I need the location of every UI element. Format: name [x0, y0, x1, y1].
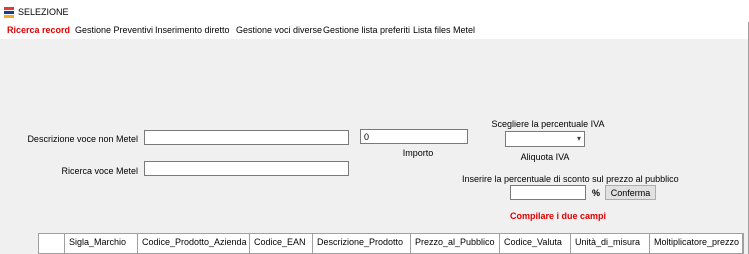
grid-header-prezzo-al-pubblico[interactable]: Prezzo_al_Pubblico [411, 234, 500, 253]
sconto-title: Inserire la percentuale di sconto sul pr… [462, 174, 679, 184]
percent-sign: % [592, 188, 601, 198]
grid-header-descrizione-prodotto[interactable]: Descrizione_Prodotto [313, 234, 411, 253]
tab-inserimento-diretto[interactable]: Inserimento diretto [155, 25, 230, 35]
descrizione-label: Descrizione voce non Metel [27, 134, 138, 144]
tab-bar: Ricerca record Gestione Preventivi Inser… [0, 22, 749, 39]
sconto-input[interactable] [510, 185, 586, 200]
grid-header-codice-valuta[interactable]: Codice_Valuta [500, 234, 571, 253]
ricerca-input[interactable] [144, 161, 349, 176]
tab-lista-files-metel[interactable]: Lista files Metel [413, 25, 475, 35]
iva-select[interactable]: ▾ [505, 131, 585, 147]
results-grid[interactable]: Sigla_Marchio Codice_Prodotto_Azienda Co… [38, 233, 744, 254]
warning-message: Compilare i due campi [510, 211, 607, 221]
grid-header-codice-prodotto-azienda[interactable]: Codice_Prodotto_Azienda [138, 234, 250, 253]
grid-row-header [39, 234, 65, 253]
app-logo-icon [4, 7, 14, 18]
conferma-button[interactable]: Conferma [605, 185, 656, 200]
ricerca-label: Ricerca voce Metel [61, 166, 138, 176]
window-title: SELEZIONE [18, 7, 69, 17]
grid-header-unita-di-misura[interactable]: Unità_di_misura [571, 234, 650, 253]
tab-gestione-voci-diverse[interactable]: Gestione voci diverse [236, 25, 322, 35]
tab-ricerca-record[interactable]: Ricerca record [7, 25, 70, 35]
chevron-down-icon: ▾ [576, 134, 581, 143]
importo-label: Importo [402, 148, 434, 158]
title-bar: SELEZIONE [0, 4, 749, 22]
grid-header-codice-ean[interactable]: Codice_EAN [250, 234, 313, 253]
aliquota-label: Aliquota IVA [520, 152, 570, 162]
importo-input[interactable] [360, 129, 468, 144]
tab-gestione-lista-preferiti[interactable]: Gestione lista preferiti [323, 25, 410, 35]
iva-title: Scegliere la percentuale IVA [491, 119, 605, 129]
descrizione-input[interactable] [144, 130, 349, 145]
grid-header-moltiplicatore-prezzo[interactable]: Moltiplicatore_prezzo [650, 234, 743, 253]
tab-gestione-preventivi[interactable]: Gestione Preventivi [75, 25, 153, 35]
grid-header-sigla-marchio[interactable]: Sigla_Marchio [65, 234, 138, 253]
